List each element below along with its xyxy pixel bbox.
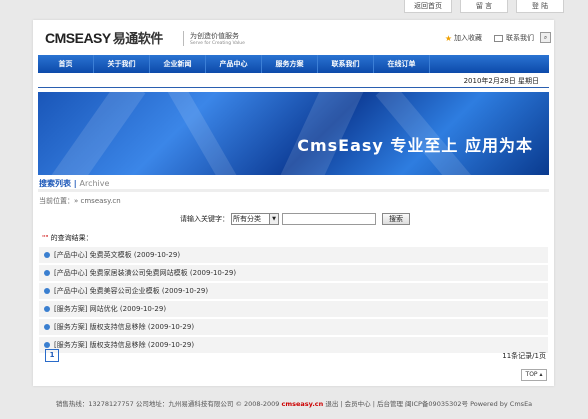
result-link[interactable]: [服务方案] 版权支持信息移除 (2009-10-29) (54, 323, 194, 331)
site-logo[interactable]: CMSEASY 易通软件 (45, 28, 163, 47)
hero-banner: CmsEasy 专业至上 应用为本 (38, 92, 549, 175)
logo-cn-text: 易通软件 (112, 31, 164, 46)
list-item[interactable]: [服务方案] 网站优化 (2009-10-29) (39, 301, 548, 317)
nav-item-solutions[interactable]: 服务方案 (262, 55, 318, 73)
chevron-down-icon: ▼ (269, 214, 278, 224)
contact-link[interactable]: 联系我们 (494, 33, 534, 43)
breadcrumb: 当前位置：» cmseasy.cn (39, 197, 121, 205)
site-header: CMSEASY 易通软件 为创造价值服务 Serve for Creating V… (33, 20, 554, 54)
search-form: 请输入关键字： 所有分类 ▼ 搜索 (180, 213, 410, 225)
record-count: 11条记录/1页 (502, 352, 546, 360)
search-button[interactable]: 搜索 (382, 213, 410, 225)
list-item[interactable]: [产品中心] 免费家居装潢公司免费网站模板 (2009-10-29) (39, 265, 548, 281)
results-title: "" 的查询结果： (42, 233, 93, 243)
bullet-icon (44, 252, 50, 258)
result-link[interactable]: [服务方案] 版权支持信息移除 (2009-10-29) (54, 341, 194, 349)
bullet-icon (44, 288, 50, 294)
nav-item-products[interactable]: 产品中心 (206, 55, 262, 73)
star-icon: ★ (444, 33, 452, 43)
header-links: ★ 加入收藏 联系我们 (433, 33, 534, 43)
keyword-input[interactable] (282, 213, 376, 225)
result-link[interactable]: [产品中心] 免费美容公司企业模板 (2009-10-29) (54, 287, 208, 295)
slogan: 为创造价值服务 Serve for Creating Value (183, 31, 245, 46)
nav-item-news[interactable]: 企业新闻 (150, 55, 206, 73)
back-to-top-button[interactable]: TOP ▴ (521, 369, 547, 381)
date-bar: 2010年2月28日 星期日 (38, 76, 549, 88)
page-title: 搜索列表 | Archive (39, 178, 109, 189)
footer-left: 销售热线：13278127757 公司地址：九州易通科技有限公司 © 2008-… (55, 400, 282, 408)
add-favorite-link[interactable]: ★ 加入收藏 (445, 33, 482, 43)
nav-item-contact[interactable]: 联系我们 (318, 55, 374, 73)
result-link[interactable]: [服务方案] 网站优化 (2009-10-29) (54, 305, 166, 313)
category-select-value: 所有分类 (233, 215, 261, 223)
date-text: 2010年2月28日 星期日 (463, 77, 539, 85)
list-item[interactable]: [产品中心] 免费英文模板 (2009-10-29) (39, 247, 548, 263)
list-item[interactable]: [产品中心] 免费美容公司企业模板 (2009-10-29) (39, 283, 548, 299)
page-number-current[interactable]: 1 (45, 349, 59, 362)
bullet-icon (44, 306, 50, 312)
search-label: 请输入关键字： (180, 215, 229, 223)
bullet-icon (44, 342, 50, 348)
mail-icon (494, 34, 503, 42)
logo-text: CMSEASY (45, 30, 111, 46)
result-link[interactable]: [产品中心] 免费家居装潢公司免费网站模板 (2009-10-29) (54, 269, 236, 277)
slogan-cn: 为创造价值服务 (190, 32, 239, 40)
footer-brand-link[interactable]: cmseasy.cn (282, 400, 324, 408)
results-list: [产品中心] 免费英文模板 (2009-10-29) [产品中心] 免费家居装潢… (39, 247, 548, 355)
category-select[interactable]: 所有分类 ▼ (231, 213, 279, 225)
guestbook-link[interactable]: 留 言 (460, 0, 508, 13)
footer-right: 退出 | 会员中心 | 后台管理 闽ICP备09035302号 Powered … (323, 400, 533, 408)
top-label: TOP (525, 371, 538, 378)
page-container: CMSEASY 易通软件 为创造价值服务 Serve for Creating V… (33, 20, 554, 386)
main-nav: 首页 关于我们 企业新闻 产品中心 服务方案 联系我们 在线订单 (38, 55, 549, 73)
bullet-icon (44, 324, 50, 330)
slogan-en: Serve for Creating Value (190, 41, 245, 46)
add-favorite-label: 加入收藏 (454, 34, 482, 42)
contact-label: 联系我们 (506, 34, 534, 42)
bullet-icon (44, 270, 50, 276)
page-title-sep: | (71, 179, 80, 188)
nav-item-home[interactable]: 首页 (38, 55, 94, 73)
list-item[interactable]: [服务方案] 版权支持信息移除 (2009-10-29) (39, 319, 548, 335)
site-footer: 销售热线：13278127757 公司地址：九州易通科技有限公司 © 2008-… (0, 398, 588, 408)
home-link[interactable]: 返回首页 (404, 0, 452, 13)
page-title-main: 搜索列表 (39, 179, 71, 188)
banner-ray (40, 92, 146, 175)
list-item[interactable]: [服务方案] 版权支持信息移除 (2009-10-29) (39, 337, 548, 353)
divider (38, 189, 549, 192)
login-link[interactable]: 登 陆 (516, 0, 564, 13)
nav-item-order[interactable]: 在线订单 (374, 55, 430, 73)
search-icon[interactable]: ⌕ (540, 32, 551, 43)
banner-ray (164, 92, 250, 175)
result-link[interactable]: [产品中心] 免费英文模板 (2009-10-29) (54, 251, 180, 259)
nav-item-about[interactable]: 关于我们 (94, 55, 150, 73)
results-title-text: 的查询结果： (48, 234, 93, 242)
page-title-sub: Archive (79, 179, 110, 188)
banner-slogan: CmsEasy 专业至上 应用为本 (297, 136, 533, 155)
top-links: 返回首页 留 言 登 陆 (396, 0, 564, 13)
